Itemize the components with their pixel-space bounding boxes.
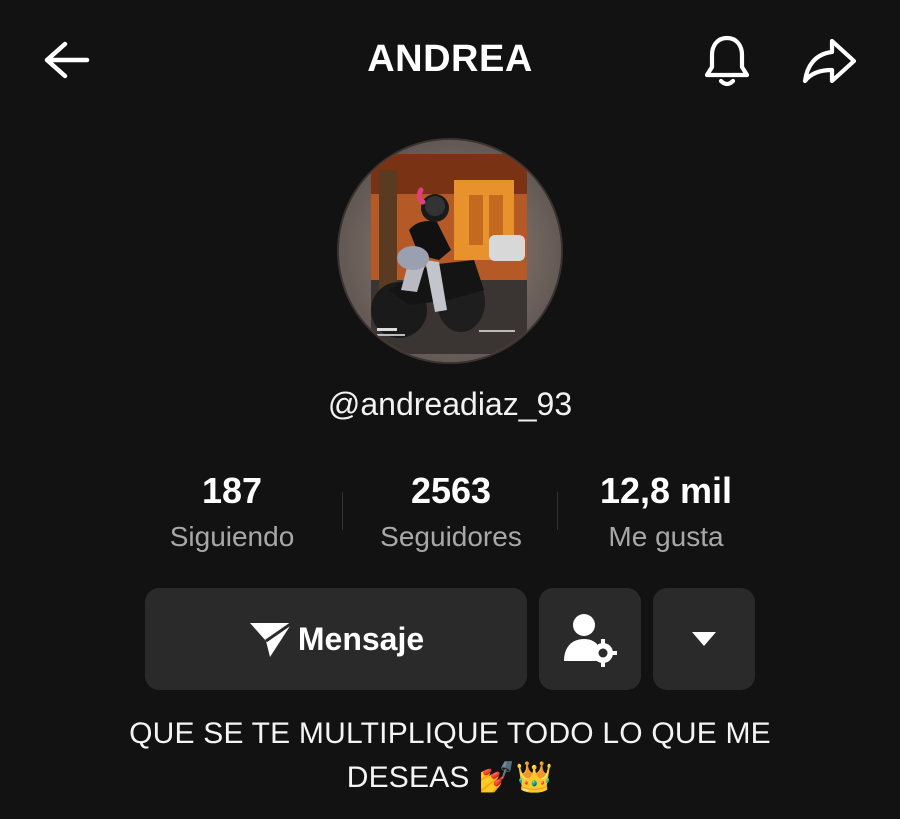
bio-text: QUE SE TE MULTIPLIQUE TODO LO QUE ME DES… <box>129 717 771 794</box>
avatar[interactable] <box>337 138 563 364</box>
paper-plane-icon <box>249 621 293 657</box>
profile-photo <box>339 140 561 362</box>
stat-label: Me gusta <box>608 521 724 552</box>
profile-screen: ANDREA @andreadiaz_93 187 Siguiendo 2563… <box>0 0 900 819</box>
stat-value: 12,8 mil <box>599 470 733 511</box>
stat-following[interactable]: 187 Siguiendo <box>122 470 342 554</box>
message-button[interactable]: Mensaje <box>145 588 527 690</box>
share-button[interactable] <box>796 30 862 92</box>
user-gear-icon <box>564 614 617 667</box>
caret-down-icon <box>692 632 716 646</box>
notification-button[interactable] <box>696 30 758 92</box>
share-arrow-icon <box>802 38 857 84</box>
stat-value: 187 <box>201 470 263 511</box>
message-button-label: Mensaje <box>297 620 425 657</box>
stats-row: 187 Siguiendo 2563 Seguidores 12,8 mil M… <box>125 470 775 562</box>
stat-label: Seguidores <box>380 521 522 552</box>
page-title: ANDREA <box>367 38 533 80</box>
stat-followers[interactable]: 2563 Seguidores <box>341 470 561 554</box>
stat-label: Siguiendo <box>169 521 295 552</box>
friend-settings-button[interactable] <box>539 588 641 690</box>
stat-value: 2563 <box>410 470 492 511</box>
stat-likes[interactable]: 12,8 mil Me gusta <box>556 470 776 554</box>
top-bar: ANDREA <box>0 0 900 120</box>
username: @andreadiaz_93 <box>327 386 573 422</box>
more-button[interactable] <box>653 588 755 690</box>
bell-icon <box>704 35 750 87</box>
